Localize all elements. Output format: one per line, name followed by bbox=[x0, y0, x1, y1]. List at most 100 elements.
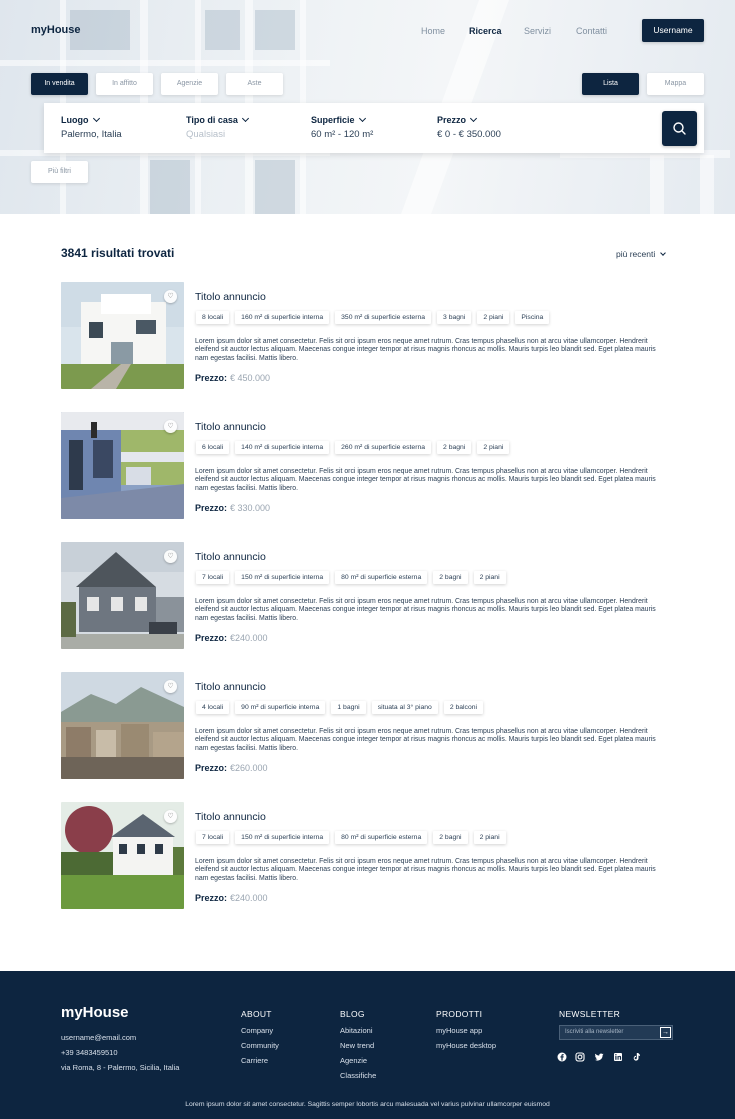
tab-in-affitto[interactable]: In affitto bbox=[96, 73, 153, 95]
heart-icon[interactable]: ♡ bbox=[164, 290, 177, 303]
listing-tag: 160 m² di superficie interna bbox=[235, 311, 330, 324]
listing-description: Lorem ipsum dolor sit amet consectetur. … bbox=[195, 338, 656, 362]
listing-tag: 7 locali bbox=[196, 831, 230, 844]
listing-title[interactable]: Titolo annuncio bbox=[195, 811, 266, 823]
linkedin-icon[interactable] bbox=[613, 1052, 623, 1062]
field-label: Superficie bbox=[311, 115, 355, 125]
chevron-down-icon bbox=[660, 250, 667, 256]
price-label: Prezzo: bbox=[195, 763, 228, 773]
nav-home[interactable]: Home bbox=[421, 26, 445, 36]
listing-title[interactable]: Titolo annuncio bbox=[195, 291, 266, 303]
logo[interactable]: myHouse bbox=[31, 24, 81, 36]
footer-copyright: Lorem ipsum dolor sit amet consectetur. … bbox=[185, 1101, 550, 1108]
footer-link-company[interactable]: Company bbox=[241, 1026, 273, 1035]
listing-card[interactable]: ♡ Titolo annuncio 7 locali 150 m² di sup… bbox=[61, 802, 676, 910]
listing-photo[interactable]: ♡ bbox=[61, 802, 184, 909]
listing-title[interactable]: Titolo annuncio bbox=[195, 681, 266, 693]
twitter-icon[interactable] bbox=[594, 1052, 604, 1062]
listing-tag: situata al 3° piano bbox=[371, 701, 438, 714]
footer-link-desktop[interactable]: myHouse desktop bbox=[436, 1041, 496, 1050]
chevron-down-icon bbox=[469, 114, 478, 123]
search-icon bbox=[673, 122, 686, 135]
tab-agenzie[interactable]: Agenzie bbox=[161, 73, 218, 95]
nav-ricerca[interactable]: Ricerca bbox=[469, 26, 502, 36]
heart-icon[interactable]: ♡ bbox=[164, 420, 177, 433]
newsletter-submit-button[interactable]: → bbox=[660, 1027, 671, 1038]
listing-tag: 90 m² di superficie interna bbox=[235, 701, 326, 714]
heart-icon[interactable]: ♡ bbox=[164, 810, 177, 823]
tiktok-icon[interactable] bbox=[631, 1052, 641, 1062]
listing-tag: 260 m² di superficie esterna bbox=[335, 441, 432, 454]
listing-tags: 4 locali 90 m² di superficie interna 1 b… bbox=[196, 701, 484, 714]
listing-card[interactable]: ♡ Titolo annuncio 8 locali 160 m² di sup… bbox=[61, 282, 676, 390]
nav-contatti[interactable]: Contatti bbox=[576, 26, 607, 36]
chevron-down-icon bbox=[241, 114, 249, 123]
footer-phone[interactable]: +39 3483459510 bbox=[61, 1048, 118, 1057]
listing-photo[interactable]: ♡ bbox=[61, 282, 184, 389]
listing-tag: 2 piani bbox=[477, 441, 510, 454]
footer-logo[interactable]: myHouse bbox=[61, 1004, 129, 1021]
tab-in-vendita[interactable]: In vendita bbox=[31, 73, 88, 95]
footer-link-new-trend[interactable]: New trend bbox=[340, 1041, 374, 1050]
footer-link-abitazioni[interactable]: Abitazioni bbox=[340, 1026, 373, 1035]
listing-card[interactable]: ♡ Titolo annuncio 7 locali 150 m² di sup… bbox=[61, 542, 676, 650]
footer-link-agenzie[interactable]: Agenzie bbox=[340, 1056, 367, 1065]
search-bar: Luogo Palermo, Italia Tipo di casa Quals… bbox=[44, 103, 704, 153]
footer-link-community[interactable]: Community bbox=[241, 1041, 279, 1050]
listing-tag: Piscina bbox=[515, 311, 550, 324]
listing-tag: 140 m² di superficie interna bbox=[235, 441, 330, 454]
listing-photo[interactable]: ♡ bbox=[61, 412, 184, 519]
view-mappa-button[interactable]: Mappa bbox=[647, 73, 704, 95]
listing-tag: 3 bagni bbox=[437, 311, 472, 324]
field-label: Luogo bbox=[61, 115, 89, 125]
facebook-icon[interactable] bbox=[557, 1052, 567, 1062]
nav-servizi[interactable]: Servizi bbox=[524, 26, 551, 36]
user-button[interactable]: Username bbox=[642, 19, 704, 42]
field-tipo-casa[interactable]: Tipo di casa Qualsiasi bbox=[186, 114, 249, 140]
price-value: € 450.000 bbox=[230, 373, 271, 383]
listing-price: Prezzo: €240.000 bbox=[195, 893, 268, 903]
footer-newsletter-heading: NEWSLETTER bbox=[559, 1009, 621, 1019]
listing-photo[interactable]: ♡ bbox=[61, 542, 184, 649]
field-value: € 0 - € 350.000 bbox=[437, 129, 501, 140]
footer-about-heading: ABOUT bbox=[241, 1009, 272, 1019]
listing-tag: 2 bagni bbox=[433, 831, 468, 844]
listing-tag: 2 piani bbox=[473, 571, 506, 584]
heart-icon[interactable]: ♡ bbox=[164, 680, 177, 693]
listing-tag: 80 m² di superficie esterna bbox=[335, 571, 428, 584]
field-superficie[interactable]: Superficie 60 m² - 120 m² bbox=[311, 114, 374, 140]
tab-aste[interactable]: Aste bbox=[226, 73, 283, 95]
listing-photo[interactable]: ♡ bbox=[61, 672, 184, 779]
listing-price: Prezzo: € 450.000 bbox=[195, 373, 270, 383]
listing-tag: 1 bagni bbox=[331, 701, 366, 714]
listing-tag: 350 m² di superficie esterna bbox=[335, 311, 432, 324]
listing-card[interactable]: ♡ Titolo annuncio 6 locali 140 m² di sup… bbox=[61, 412, 676, 520]
footer-email[interactable]: username@email.com bbox=[61, 1033, 136, 1042]
footer-link-carriere[interactable]: Carriere bbox=[241, 1056, 268, 1065]
search-button[interactable] bbox=[662, 111, 697, 146]
results-count: 3841 risultati trovati bbox=[61, 246, 175, 260]
more-filters-button[interactable]: Più filtri bbox=[31, 161, 88, 183]
view-lista-button[interactable]: Lista bbox=[582, 73, 639, 95]
field-luogo[interactable]: Luogo Palermo, Italia bbox=[61, 114, 122, 140]
listing-title[interactable]: Titolo annuncio bbox=[195, 421, 266, 433]
listing-card[interactable]: ♡ Titolo annuncio 4 locali 90 m² di supe… bbox=[61, 672, 676, 780]
listing-tag: 2 piani bbox=[477, 311, 510, 324]
listing-title[interactable]: Titolo annuncio bbox=[195, 551, 266, 563]
instagram-icon[interactable] bbox=[575, 1052, 585, 1062]
newsletter-input[interactable]: Iscriviti alla newsletter bbox=[559, 1025, 673, 1040]
listing-tag: 150 m² di superficie interna bbox=[235, 571, 330, 584]
listing-tags: 7 locali 150 m² di superficie interna 80… bbox=[196, 831, 506, 844]
listing-price: Prezzo: €240.000 bbox=[195, 633, 268, 643]
field-prezzo[interactable]: Prezzo € 0 - € 350.000 bbox=[437, 114, 501, 140]
price-label: Prezzo: bbox=[195, 373, 228, 383]
sort-dropdown[interactable]: più recenti bbox=[616, 249, 667, 259]
heart-icon[interactable]: ♡ bbox=[164, 550, 177, 563]
field-value: 60 m² - 120 m² bbox=[311, 129, 374, 140]
footer-link-app[interactable]: myHouse app bbox=[436, 1026, 482, 1035]
footer-link-classifiche[interactable]: Classifiche bbox=[340, 1071, 376, 1080]
listing-tags: 7 locali 150 m² di superficie interna 80… bbox=[196, 571, 506, 584]
chevron-down-icon bbox=[92, 114, 100, 123]
listing-tags: 8 locali 160 m² di superficie interna 35… bbox=[196, 311, 550, 324]
listing-tag: 2 piani bbox=[473, 831, 506, 844]
